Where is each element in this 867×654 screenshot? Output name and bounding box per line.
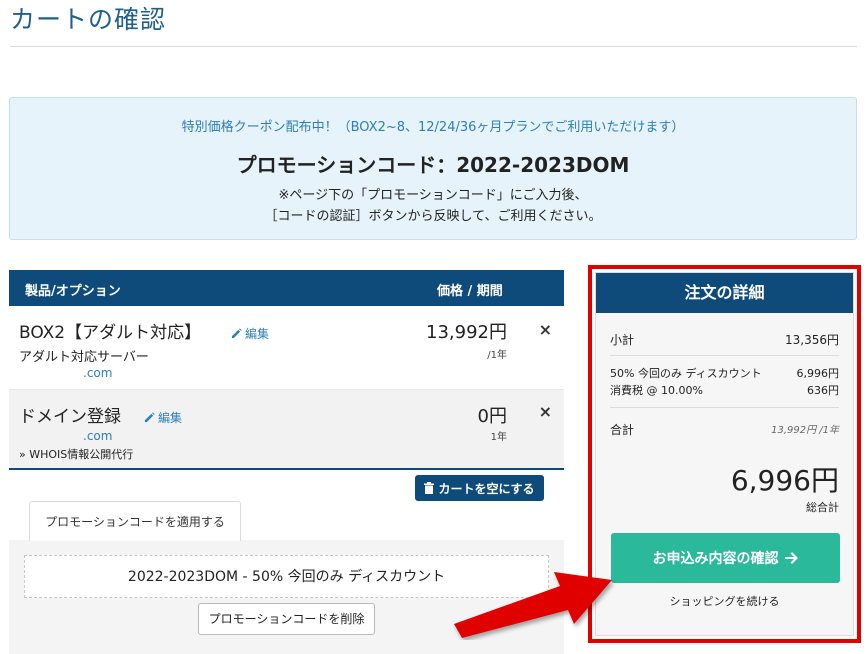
remove-item-button[interactable]: × <box>539 402 552 421</box>
discount-value: 6,996円 <box>796 367 840 380</box>
discount-row: 50% 今回のみ ディスカウント 6,996円 <box>610 365 839 381</box>
item-name: ドメイン登録 <box>19 407 121 427</box>
item-domain: .com <box>83 366 113 380</box>
edit-link[interactable]: 編集 <box>144 409 182 426</box>
total-period: 13,992円 /1年 <box>771 425 839 436</box>
checkout-button[interactable]: お申込み内容の確認 <box>611 533 840 583</box>
remove-promo-button[interactable]: プロモーションコードを削除 <box>198 603 375 635</box>
subtotal-label: 小計 <box>610 333 635 347</box>
item-description: アダルト対応サーバー <box>19 350 149 365</box>
total-label: 合計 <box>610 423 635 437</box>
discount-label: 50% 今回のみ ディスカウント <box>610 367 762 380</box>
order-summary-title: 注文の詳細 <box>596 273 853 313</box>
tax-row: 消費税 @ 10.00% 636円 <box>610 382 839 398</box>
close-icon: × <box>538 320 552 339</box>
order-summary: 注文の詳細 小計 13,356円 50% 今回のみ ディスカウント 6,996円… <box>595 272 854 636</box>
remove-item-button[interactable]: × <box>539 320 552 339</box>
cart-row: ドメイン登録 編集 .com » WHOIS情報公開代行 0円 1年 × <box>9 390 564 470</box>
subtotal-value: 13,356円 <box>785 333 839 347</box>
empty-cart-label: カートを空にする <box>438 481 535 496</box>
cart-table-header: 製品/オプション 価格 / 期間 <box>9 270 564 306</box>
promo-campaign-text: 特別価格クーポン配布中！（BOX2~8、12/24/36ヶ月プランでご利用いただ… <box>181 120 685 135</box>
promo-code-heading: プロモーションコード：2022-2023DOM <box>236 153 630 177</box>
item-period: 1年 <box>490 432 507 443</box>
promo-note-2: ［コードの認証］ボタンから反映して、ご利用ください。 <box>264 209 602 224</box>
divider <box>610 355 839 356</box>
grand-total: 6,996円 <box>730 464 839 497</box>
item-period: /1年 <box>487 350 507 361</box>
edit-label: 編集 <box>245 327 270 341</box>
tax-label: 消費税 @ 10.00% <box>610 384 703 397</box>
trash-icon <box>424 482 435 494</box>
close-icon: × <box>538 402 552 421</box>
item-price: 0円 <box>477 406 507 427</box>
item-domain: .com <box>83 429 113 443</box>
header-product: 製品/オプション <box>25 284 121 299</box>
applied-promo-code: 2022-2023DOM - 50% 今回のみ ディスカウント <box>24 555 549 598</box>
arrow-right-icon <box>784 552 798 564</box>
page-title: カートの確認 <box>10 5 167 34</box>
item-price: 13,992円 <box>426 322 507 343</box>
edit-link[interactable]: 編集 <box>231 325 269 342</box>
cart-table: 製品/オプション 価格 / 期間 BOX2【アダルト対応】 編集 アダルト対応サ… <box>9 270 564 470</box>
edit-label: 編集 <box>158 411 183 425</box>
pencil-icon <box>231 328 242 339</box>
title-divider <box>10 46 857 47</box>
item-name: BOX2【アダルト対応】 <box>19 323 202 343</box>
promo-note-1: ※ページ下の「プロモーションコード」にご入力後、 <box>278 188 588 203</box>
empty-cart-button[interactable]: カートを空にする <box>415 475 544 501</box>
promo-banner: 特別価格クーポン配布中！（BOX2~8、12/24/36ヶ月プランでご利用いただ… <box>9 97 857 240</box>
tax-value: 636円 <box>807 384 839 397</box>
whois-option: » WHOIS情報公開代行 <box>19 448 134 461</box>
grand-total-label: 総合計 <box>806 501 839 514</box>
pencil-icon <box>144 412 155 423</box>
checkout-label: お申込み内容の確認 <box>652 551 779 567</box>
header-price: 価格 / 期間 <box>437 284 503 299</box>
continue-shopping-link[interactable]: ショッピングを続ける <box>596 593 853 609</box>
tab-apply-promo[interactable]: プロモーションコードを適用する <box>29 501 241 541</box>
subtotal-row: 小計 13,356円 <box>610 331 839 348</box>
divider <box>610 407 839 408</box>
cart-row: BOX2【アダルト対応】 編集 アダルト対応サーバー .com 13,992円 … <box>9 306 564 390</box>
